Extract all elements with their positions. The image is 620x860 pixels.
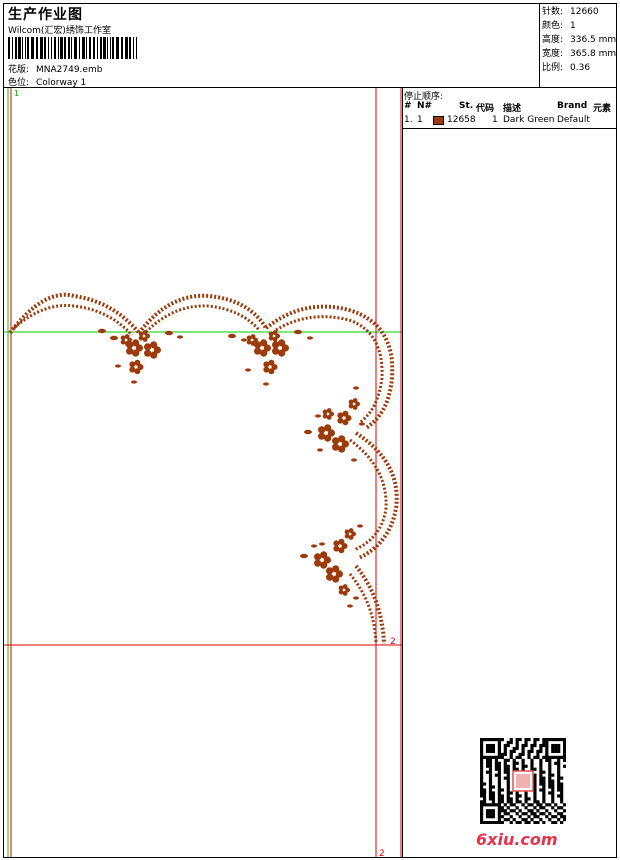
side-chain (348, 573, 378, 643)
leaf-motif (315, 414, 321, 418)
marker-right-mid: 2 (390, 637, 396, 647)
leaf-motif (307, 336, 313, 340)
leaf-motif (165, 330, 173, 336)
leaf-motif (347, 604, 353, 608)
leaf-motif (319, 542, 325, 546)
stat-value: 0.36 (570, 63, 591, 73)
stat-value: 365.8 mm (570, 49, 617, 59)
col-index: # (404, 101, 412, 111)
flower-motif (332, 435, 349, 453)
stop-sequence-header: # N# St. 代码 描述 Brand 元素 (403, 101, 617, 114)
side-chain (354, 564, 386, 645)
leaf-motif (353, 386, 359, 390)
leaf-motif (304, 429, 312, 435)
design-label: 花版: (8, 65, 30, 75)
row-description: Dark Green (503, 115, 555, 125)
leaf-motif (263, 382, 269, 386)
row-brand: Default (557, 115, 590, 125)
qr-code-image (480, 738, 566, 824)
leaf-motif (353, 596, 359, 600)
leaf-motif (294, 329, 302, 335)
design-canvas: 1 2 2 (4, 88, 402, 857)
stat-label: 宽度: (542, 49, 564, 59)
design-file-name: MNA2749.emb (36, 65, 103, 75)
marker-top-left: 1 (14, 89, 19, 98)
leaf-motif (300, 553, 308, 559)
design-stats: 针数: 12660 颜色: 1 高度: 336.5 mm 宽度: 365.8 mm 比例… (542, 5, 616, 75)
corner-chain (275, 315, 384, 425)
flower-motif (344, 528, 356, 540)
stat-label: 针数: (542, 7, 564, 17)
leaf-motif (311, 544, 317, 548)
stat-value: 12660 (570, 7, 599, 17)
leaf-motif (351, 458, 357, 462)
scallop-chain (137, 293, 268, 335)
stat-colors: 颜色: 1 (542, 19, 616, 33)
leaf-motif (317, 448, 323, 452)
leaf-motif (98, 328, 106, 334)
seal-stamp-inner (516, 774, 530, 788)
stat-label: 颜色: (542, 21, 564, 31)
leaf-motif (357, 524, 363, 528)
leaf-motif (115, 364, 121, 368)
leaf-motif (241, 338, 247, 342)
row-needle: 1 (417, 115, 423, 125)
flower-motif (333, 538, 348, 554)
col-needle: N# (417, 101, 433, 111)
colorway-line: 色位: Colorway 1 (8, 75, 86, 88)
scallop-chain (8, 292, 141, 335)
row-code: 1 (492, 115, 498, 125)
stat-scale: 比例: 0.36 (542, 61, 616, 75)
colorway-name: Colorway 1 (36, 78, 87, 88)
stat-label: 高度: (542, 35, 564, 45)
stat-width: 宽度: 365.8 mm (542, 47, 616, 61)
leaf-motif (228, 333, 236, 339)
col-code: 代码 (476, 104, 495, 114)
flower-motif (322, 408, 334, 420)
row-stitches: 12658 (447, 115, 476, 125)
page-title: 生产作业图 (8, 7, 83, 23)
col-brand: Brand (557, 101, 588, 111)
flower-motif (337, 410, 352, 426)
col-stitches: St. (459, 101, 474, 111)
leaf-motif (131, 380, 137, 384)
flower-motif (318, 424, 335, 442)
table-row: 1. 1 12658 1 Dark Green Default (403, 115, 617, 127)
flower-motif (338, 584, 350, 596)
flower-motif (263, 359, 278, 375)
embroidery-design (8, 292, 399, 645)
stat-value: 336.5 mm (570, 35, 617, 45)
flower-motif (314, 551, 331, 569)
stat-value: 1 (570, 21, 576, 31)
col-description: 描述 (503, 104, 522, 114)
flower-motif (144, 341, 161, 359)
leaf-motif (359, 422, 365, 426)
stat-stitches: 针数: 12660 (542, 5, 616, 19)
flower-motif (348, 398, 360, 410)
marker-right-bottom: 2 (379, 849, 385, 857)
header-vertical-divider (539, 3, 540, 88)
barcode-image (8, 37, 137, 59)
design-file-line: 花版: MNA2749.emb (8, 62, 102, 75)
site-logo: 6xiu.com (476, 830, 558, 849)
flower-motif (326, 565, 343, 583)
table-divider (403, 128, 617, 129)
flower-motif (272, 339, 289, 357)
col-element: 元素 (593, 104, 612, 114)
flower-clusters (98, 328, 365, 608)
leaf-motif (245, 368, 251, 372)
company-name: Wilcom(汇宏)绣饰工作室 (8, 26, 111, 36)
leaf-motif (110, 335, 118, 341)
leaf-motif (177, 335, 183, 339)
thread-color-swatch (433, 116, 444, 125)
stat-height: 高度: 336.5 mm (542, 33, 616, 47)
flower-motif (129, 359, 144, 375)
colorway-label: 色位: (8, 78, 30, 88)
row-index: 1. (404, 115, 413, 125)
stat-label: 比例: (542, 63, 564, 73)
